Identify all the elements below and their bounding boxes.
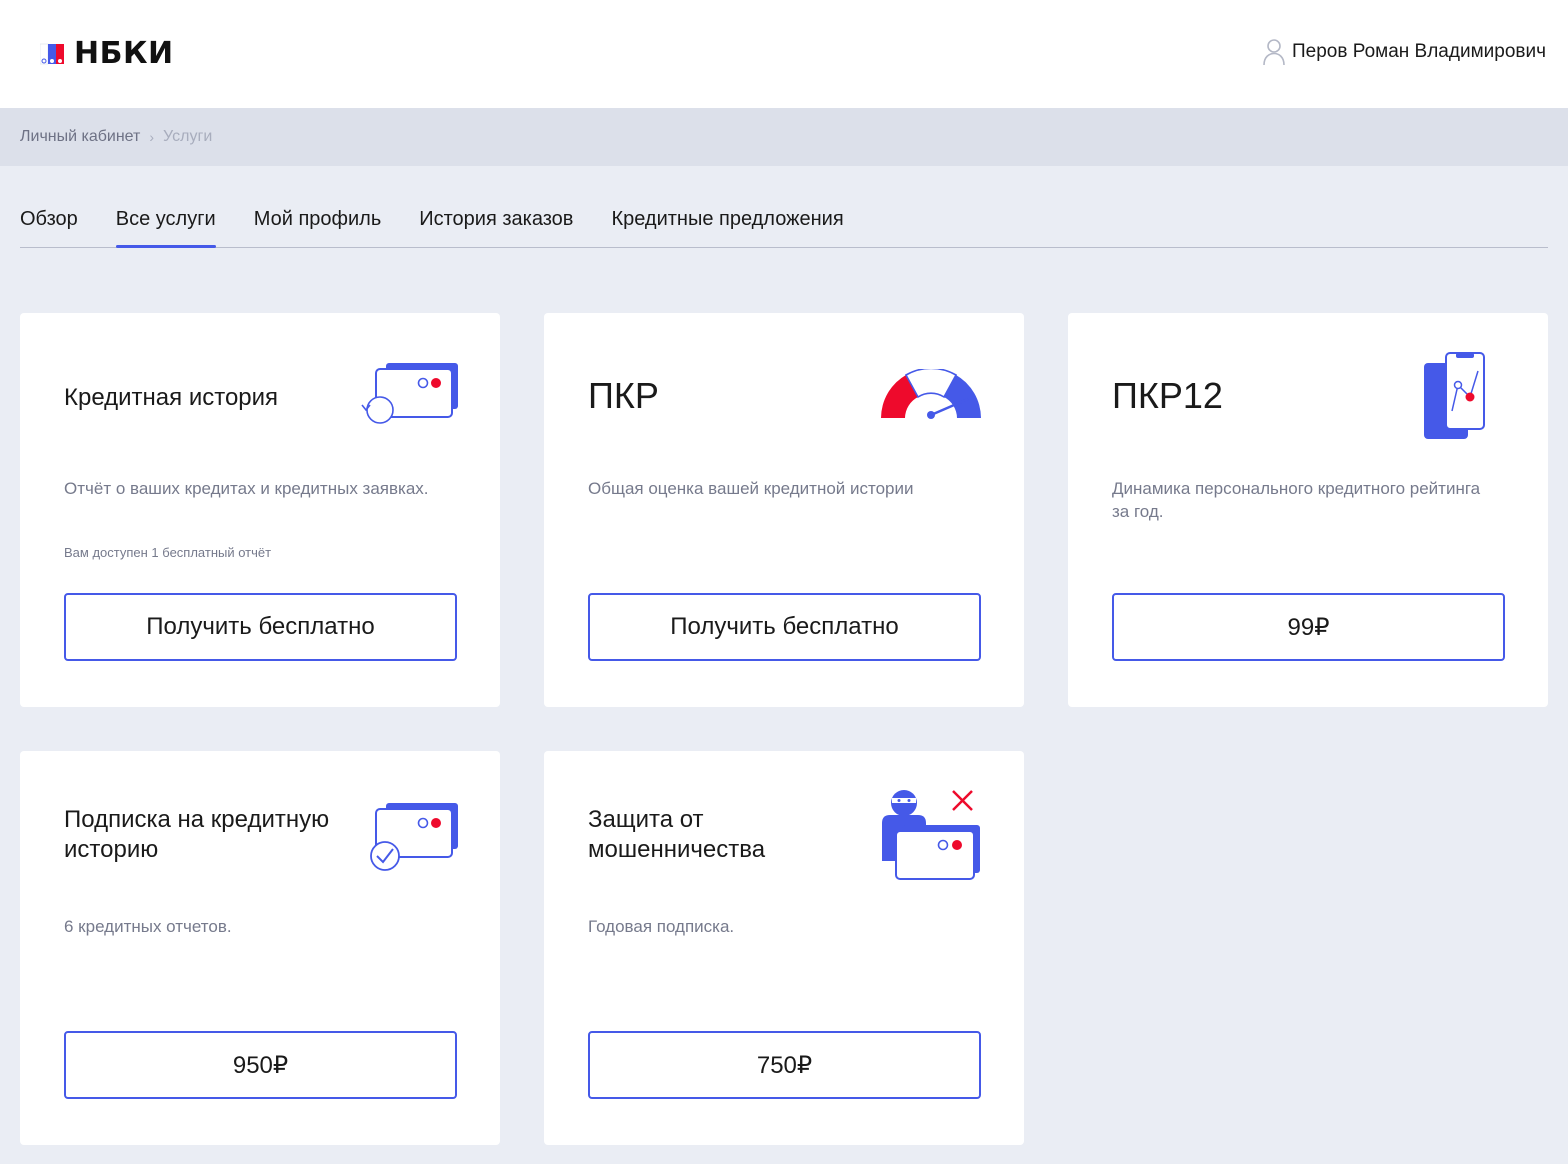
buy-pkr12-button[interactable]: 99₽ (1112, 593, 1505, 661)
tab-overview[interactable]: Обзор (20, 196, 78, 247)
header: НБКИ Перов Роман Владимирович (0, 0, 1568, 108)
card-title: ПКР (588, 375, 659, 416)
card-description: Годовая подписка. (588, 917, 735, 936)
card-description: Отчёт о ваших кредитах и кредитных заявк… (64, 479, 429, 498)
service-card-pkr12: ПКР12 Динамика персонального кредитного … (1068, 313, 1548, 707)
tab-credit-offers[interactable]: Кредитные предложения (611, 196, 843, 247)
nbki-logo-icon (40, 43, 64, 64)
user-name: Перов Роман Владимирович (1292, 41, 1546, 62)
get-free-button[interactable]: Получить бесплатно (588, 593, 981, 661)
speedometer-icon (881, 369, 981, 419)
tab-order-history[interactable]: История заказов (419, 196, 573, 247)
buy-fraud-protection-button[interactable]: 750₽ (588, 1031, 981, 1099)
card-title: ПКР12 (1112, 375, 1223, 416)
breadcrumb-separator-icon: › (149, 129, 155, 145)
tab-bar: Обзор Все услуги Мой профиль История зак… (20, 196, 1548, 248)
logo[interactable]: НБКИ (40, 36, 174, 71)
service-card-credit-history: Кредитная история Отчёт о ваших кредитах… (20, 313, 500, 707)
user-menu[interactable]: Перов Роман Владимирович (1262, 38, 1546, 66)
card-description: Общая оценка вашей кредитной истории (588, 479, 914, 498)
tab-all-services[interactable]: Все услуги (115, 196, 216, 248)
tab-my-profile[interactable]: Мой профиль (254, 196, 382, 247)
credit-card-refresh-icon (361, 363, 458, 424)
credit-card-check-icon (370, 803, 458, 871)
card-title: Защита от мошенничества (588, 806, 766, 863)
card-title: Кредитная история (64, 384, 279, 411)
get-free-button[interactable]: Получить бесплатно (64, 593, 457, 661)
service-card-subscription: Подписка на кредитную историю 6 кредитны… (20, 751, 500, 1145)
breadcrumb: Личный кабинет › Услуги (0, 108, 1568, 166)
breadcrumb-home-link[interactable]: Личный кабинет (20, 128, 140, 146)
card-description: 6 кредитных отчетов. (64, 917, 232, 936)
fraud-protection-icon (882, 790, 980, 880)
card-title: Подписка на кредитную историю (64, 806, 330, 863)
phone-chart-icon (1424, 352, 1485, 439)
user-icon (1263, 39, 1285, 66)
card-description: Динамика персонального кредитного рейтин… (1112, 479, 1481, 521)
service-card-fraud-protection: Защита от мошенничества Годовая подписка… (544, 751, 1024, 1145)
logo-text: НБКИ (74, 36, 174, 71)
service-card-pkr: ПКР Общая оценка вашей кредитной истории… (544, 313, 1024, 707)
free-report-note: Вам доступен 1 бесплатный отчёт (64, 545, 272, 560)
breadcrumb-current: Услуги (163, 128, 213, 145)
buy-subscription-button[interactable]: 950₽ (64, 1031, 457, 1099)
